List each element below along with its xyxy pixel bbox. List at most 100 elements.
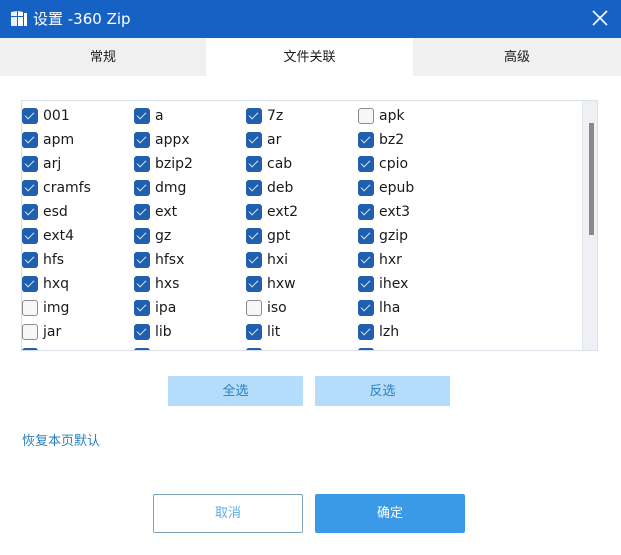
checkbox-checked[interactable] — [358, 180, 374, 196]
file-type-item[interactable]: bzip2 — [134, 153, 193, 175]
file-type-item[interactable]: lha — [358, 297, 400, 319]
checkbox-checked[interactable] — [246, 132, 262, 148]
file-type-item[interactable]: hxs — [134, 273, 179, 295]
file-type-item[interactable]: bz2 — [358, 129, 404, 151]
file-type-item[interactable]: ext — [134, 201, 177, 223]
file-type-item[interactable]: ext3 — [358, 201, 410, 223]
checkbox-checked[interactable] — [134, 204, 150, 220]
file-type-item[interactable]: appx — [134, 129, 190, 151]
checkbox-checked[interactable] — [134, 132, 150, 148]
file-type-item[interactable] — [134, 345, 155, 350]
file-type-item[interactable]: hxr — [358, 249, 402, 271]
checkbox-unchecked[interactable] — [22, 300, 38, 316]
checkbox-checked[interactable] — [22, 180, 38, 196]
file-type-item[interactable]: lib — [134, 321, 172, 343]
file-type-item[interactable]: deb — [246, 177, 293, 199]
checkbox-unchecked[interactable] — [22, 324, 38, 340]
file-type-item[interactable]: 7z — [246, 105, 283, 127]
file-type-item[interactable]: ipa — [134, 297, 176, 319]
file-type-item[interactable]: jar — [22, 321, 61, 343]
file-type-item[interactable]: ext4 — [22, 225, 74, 247]
checkbox-checked[interactable] — [22, 156, 38, 172]
checkbox-checked[interactable] — [358, 252, 374, 268]
checkbox-checked[interactable] — [134, 156, 150, 172]
file-type-item[interactable]: dmg — [134, 177, 186, 199]
file-type-item[interactable]: hxi — [246, 249, 288, 271]
file-type-item[interactable]: 001 — [22, 105, 70, 127]
file-type-item[interactable] — [22, 345, 43, 350]
checkbox-checked[interactable] — [246, 348, 262, 350]
checkbox-checked[interactable] — [358, 276, 374, 292]
checkbox-checked[interactable] — [22, 228, 38, 244]
file-type-item[interactable]: hxq — [22, 273, 69, 295]
checkbox-checked[interactable] — [134, 348, 150, 350]
file-type-item[interactable]: gz — [134, 225, 171, 247]
tab-file-association[interactable]: 文件关联 — [206, 38, 413, 76]
checkbox-checked[interactable] — [246, 204, 262, 220]
checkbox-checked[interactable] — [134, 324, 150, 340]
tab-general[interactable]: 常规 — [0, 38, 206, 76]
file-type-item[interactable]: esd — [22, 201, 68, 223]
checkbox-checked[interactable] — [358, 324, 374, 340]
tab-advanced[interactable]: 高级 — [413, 38, 621, 76]
checkbox-checked[interactable] — [22, 132, 38, 148]
restore-defaults-link[interactable]: 恢复本页默认 — [22, 430, 100, 449]
file-type-item[interactable]: ar — [246, 129, 281, 151]
ok-button[interactable]: 确定 — [315, 494, 465, 533]
scrollbar-thumb[interactable] — [589, 123, 594, 235]
checkbox-checked[interactable] — [134, 300, 150, 316]
checkbox-checked[interactable] — [134, 228, 150, 244]
file-type-item[interactable] — [246, 345, 267, 350]
checkbox-checked[interactable] — [134, 180, 150, 196]
file-type-item[interactable]: lzh — [358, 321, 399, 343]
close-icon[interactable] — [588, 6, 612, 30]
file-type-item[interactable]: gzip — [358, 225, 408, 247]
checkbox-checked[interactable] — [246, 276, 262, 292]
checkbox-checked[interactable] — [246, 324, 262, 340]
checkbox-checked[interactable] — [22, 108, 38, 124]
file-type-item[interactable]: hxw — [246, 273, 296, 295]
file-type-item[interactable]: lit — [246, 321, 280, 343]
file-type-item[interactable]: epub — [358, 177, 414, 199]
checkbox-unchecked[interactable] — [358, 108, 374, 124]
checkbox-checked[interactable] — [246, 108, 262, 124]
checkbox-unchecked[interactable] — [246, 300, 262, 316]
checkbox-checked[interactable] — [358, 156, 374, 172]
file-type-item[interactable]: hfs — [22, 249, 64, 271]
checkbox-checked[interactable] — [358, 300, 374, 316]
checkbox-checked[interactable] — [358, 204, 374, 220]
file-type-item[interactable]: ext2 — [246, 201, 298, 223]
checkbox-checked[interactable] — [22, 252, 38, 268]
checkbox-checked[interactable] — [134, 108, 150, 124]
checkbox-checked[interactable] — [246, 180, 262, 196]
select-all-button[interactable]: 全选 — [168, 376, 303, 406]
checkbox-checked[interactable] — [134, 252, 150, 268]
file-type-item[interactable]: iso — [246, 297, 287, 319]
file-type-list[interactable]: 001 a 7z apk apm appx ar bz2 arj bzip2 cab cpio cram… — [21, 100, 598, 351]
checkbox-checked[interactable] — [246, 228, 262, 244]
file-type-item[interactable]: cramfs — [22, 177, 91, 199]
file-type-item[interactable]: cab — [246, 153, 292, 175]
file-type-item[interactable]: apm — [22, 129, 74, 151]
checkbox-checked[interactable] — [22, 348, 38, 350]
file-type-item[interactable]: a — [134, 105, 164, 127]
file-type-item[interactable]: ihex — [358, 273, 408, 295]
file-type-item[interactable]: img — [22, 297, 69, 319]
checkbox-checked[interactable] — [22, 204, 38, 220]
file-type-item[interactable]: cpio — [358, 153, 408, 175]
checkbox-checked[interactable] — [358, 228, 374, 244]
checkbox-checked[interactable] — [358, 348, 374, 350]
checkbox-checked[interactable] — [246, 156, 262, 172]
vertical-scrollbar[interactable] — [582, 101, 597, 350]
invert-selection-button[interactable]: 反选 — [315, 376, 450, 406]
file-type-item[interactable]: arj — [22, 153, 61, 175]
checkbox-checked[interactable] — [358, 132, 374, 148]
file-type-item[interactable]: apk — [358, 105, 405, 127]
cancel-button[interactable]: 取消 — [153, 494, 303, 533]
checkbox-checked[interactable] — [22, 276, 38, 292]
checkbox-checked[interactable] — [134, 276, 150, 292]
file-type-item[interactable] — [358, 345, 379, 350]
title-bar[interactable]: 设置 -360 Zip — [0, 0, 621, 38]
file-type-item[interactable]: hfsx — [134, 249, 184, 271]
file-type-item[interactable]: gpt — [246, 225, 290, 247]
